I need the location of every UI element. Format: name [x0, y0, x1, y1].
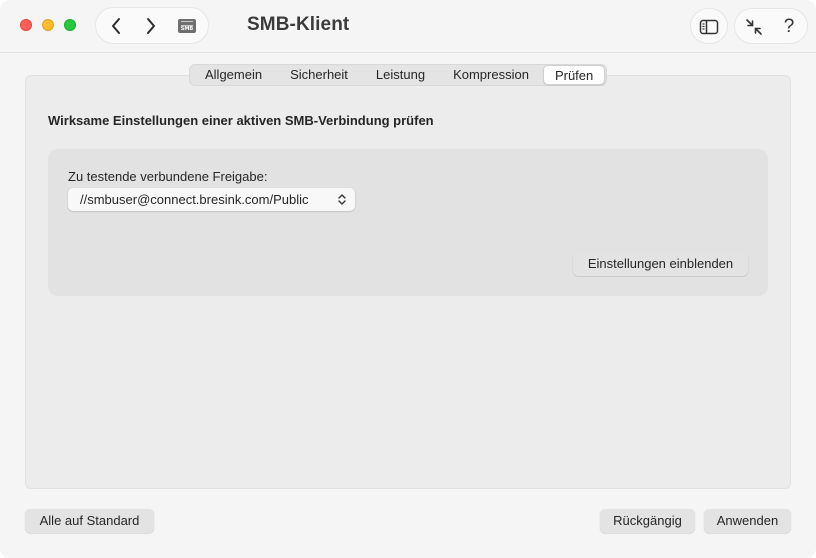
apply-button[interactable]: Anwenden	[704, 509, 791, 533]
help-button[interactable]: ?	[778, 16, 800, 38]
back-button[interactable]	[105, 15, 127, 37]
forward-button[interactable]	[140, 15, 162, 37]
minimize-window-button[interactable]	[42, 19, 54, 31]
sidebar-toggle-button[interactable]	[690, 8, 728, 44]
undo-button[interactable]: Rückgängig	[600, 509, 695, 533]
share-select[interactable]: //smbuser@connect.bresink.com/Public	[68, 188, 355, 211]
share-select-value: //smbuser@connect.bresink.com/Public	[80, 192, 309, 207]
toolbar-button-group: ?	[734, 8, 808, 44]
chevron-left-icon	[112, 18, 120, 34]
close-window-button[interactable]	[20, 19, 32, 31]
title-bar: SMB SMB-Klient ?	[0, 0, 816, 53]
window-title: SMB-Klient	[247, 14, 350, 35]
share-label: Zu testende verbundene Freigabe:	[68, 169, 268, 184]
sidebar-toggle-icon	[698, 16, 720, 38]
tab-leistung[interactable]: Leistung	[362, 65, 439, 85]
tab-pruefen[interactable]: Prüfen	[542, 65, 606, 85]
section-heading: Wirksame Einstellungen einer aktiven SMB…	[48, 113, 434, 128]
tab-allgemein[interactable]: Allgemein	[191, 65, 276, 85]
reset-defaults-button[interactable]: Alle auf Standard	[25, 509, 154, 533]
chevron-up-down-icon	[338, 194, 346, 205]
maximize-window-button[interactable]	[64, 19, 76, 31]
app-window: SMB SMB-Klient ? Allgemein Sicherheit Le…	[0, 0, 816, 558]
tab-bar: Allgemein Sicherheit Leistung Kompressio…	[189, 64, 608, 86]
drive-icon-label: SMB	[180, 26, 194, 32]
chevron-right-icon	[147, 18, 155, 34]
tab-kompression[interactable]: Kompression	[439, 65, 543, 85]
collapse-button[interactable]	[743, 16, 765, 38]
collapse-arrows-icon	[746, 19, 762, 35]
network-drive-button[interactable]: SMB	[176, 15, 198, 37]
show-settings-button[interactable]: Einstellungen einblenden	[573, 252, 748, 276]
network-drive-icon: SMB	[178, 19, 196, 33]
help-icon: ?	[783, 16, 795, 37]
tab-sicherheit[interactable]: Sicherheit	[276, 65, 362, 85]
navigation-group: SMB	[95, 7, 209, 44]
